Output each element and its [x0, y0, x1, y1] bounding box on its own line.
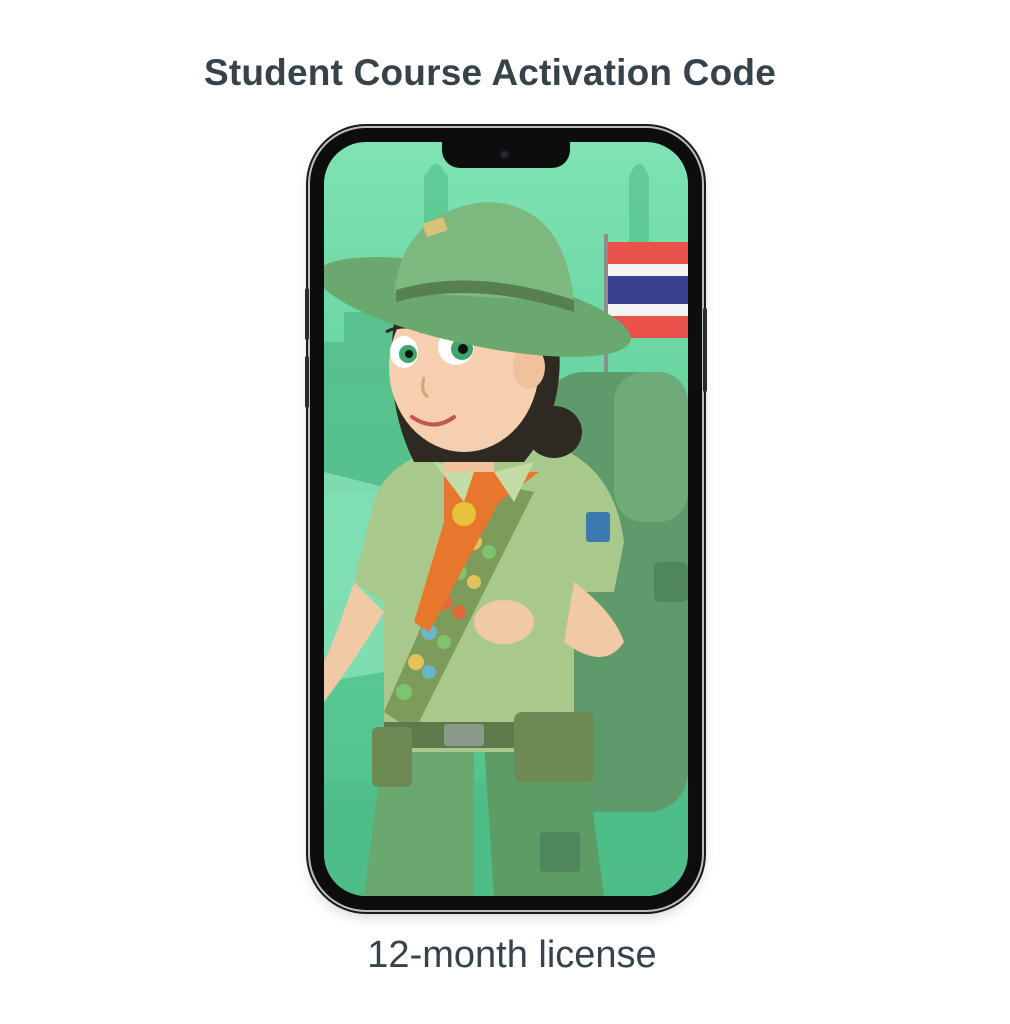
front-camera-icon — [499, 149, 510, 160]
power-button — [703, 308, 707, 392]
scout-girl-illustration — [324, 164, 688, 896]
volume-up-button — [305, 288, 309, 340]
phone-screen — [324, 142, 688, 896]
page-title: Student Course Activation Code — [203, 52, 776, 93]
shoulder-patch-icon — [586, 512, 610, 542]
thai-flag-icon — [604, 234, 688, 394]
volume-down-button — [305, 356, 309, 408]
phone-notch — [442, 142, 570, 168]
license-caption: 12-month license — [367, 934, 657, 976]
phone-mockup — [305, 128, 707, 910]
